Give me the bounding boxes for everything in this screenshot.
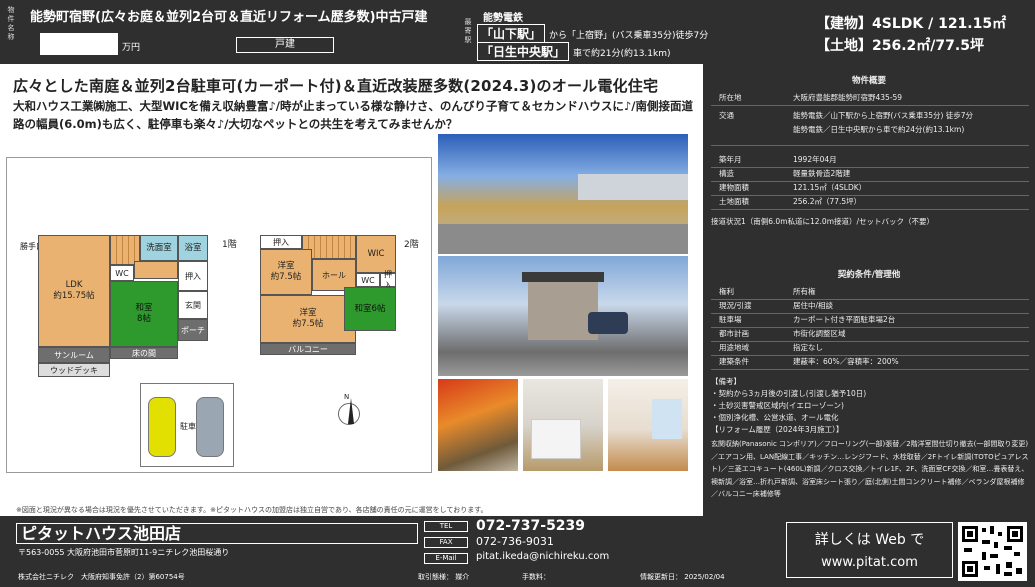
contract-row-urban-plan: 都市計画 市街化調整区域: [711, 328, 1029, 342]
nearest-station-label: 最寄駅: [464, 18, 472, 44]
note-2: ・土砂災害警戒区域内(イエローゾーン): [711, 401, 844, 410]
fax-number: 072-736-9031: [476, 535, 554, 548]
room-washroom: 洗面室: [140, 235, 178, 261]
summary-row-built: 築年月 1992年04月: [711, 154, 1029, 168]
property-type-badge: 戸建: [236, 37, 334, 53]
genkan: 玄関: [178, 291, 208, 319]
contract-row-parking: 駐車場 カーポート付き平面駐車場2台: [711, 314, 1029, 328]
summary-row-access-2: 能勢電鉄／日生中央駅から車で約24分(約13.1km): [711, 124, 1029, 146]
photo-autumn-tree: [438, 379, 518, 471]
station-row-1: 「山下駅」 から「上宿野」(バス乗車35分)徒歩7分: [477, 24, 708, 43]
footer-bar: ピタットハウス池田店 〒563-0055 大阪府池田市菅原町11-9ニチレク池田…: [0, 516, 1035, 587]
building-area: 【建物】4SLDK / 121.15㎡: [816, 16, 1007, 32]
photo-exterior: [438, 256, 688, 376]
contract-row-zoning: 用途地域 指定なし: [711, 342, 1029, 356]
header-bar: 物件名称 能勢町宿野(広々お庭＆並列2台可＆直近リフォーム歴多数)中古戸建 万円…: [0, 0, 1035, 64]
contract-row-right: 権利 所有権: [711, 286, 1029, 300]
floor-2-label: 2階: [404, 240, 419, 250]
info-panel: 物件概要 所在地 大阪府豊能郡能勢町宿野435-59 交通 能勢電鉄／山下駅から上宿…: [703, 64, 1035, 516]
storage-2f-a: 押入: [260, 235, 302, 249]
price-redacted: [40, 33, 118, 55]
photo-room: [608, 379, 688, 471]
station-1-name: 「山下駅」: [477, 24, 546, 43]
room-japanese-6: 和室6帖: [344, 287, 396, 331]
qr-code-icon[interactable]: [958, 522, 1027, 581]
summary-row-land-area: 土地面積 256.2㎡（77.5坪）: [711, 196, 1029, 210]
property-title: 能勢町宿野(広々お庭＆並列2台可＆直近リフォーム歴多数)中古戸建: [30, 10, 428, 25]
shop-name: ピタットハウス池田店: [16, 523, 418, 544]
storage-2f-b: 押入: [380, 270, 396, 290]
fee-label: 手数料：: [522, 573, 550, 581]
room-wic: WIC: [356, 235, 396, 273]
email-address[interactable]: pitat.ikeda@nichireku.com: [476, 551, 609, 562]
room-bath: 浴室: [178, 235, 208, 261]
car-yellow: [148, 397, 176, 457]
summary-title: 物件概要: [851, 76, 886, 86]
room-japanese-8: 和室 8帖: [110, 281, 178, 347]
notes-block: 【備考】 ・契約から3ヵ月後の引渡し(引渡し猶予10日) ・土砂災害警戒区域内(…: [711, 376, 1031, 436]
room-western-7: 洋室 約7.5帖: [260, 249, 312, 295]
station-2-name: 「日生中央駅」: [477, 42, 570, 61]
floor-plan: 1階 2階 勝手口 LDK 約15.75帖 洗面室 浴室 WC 押入 和室 8帖…: [6, 157, 434, 475]
balcony: バルコニー: [260, 343, 356, 355]
room-ldk: LDK 約15.75帖: [38, 235, 110, 347]
updated-date: 情報更新日： 2025/02/04: [640, 573, 725, 581]
contract-title: 契約条件/管理他: [837, 270, 901, 280]
deal-type: 取引態様： 媒介: [418, 573, 470, 581]
web-caption: 詳しくは Web で: [814, 532, 925, 548]
station-2-access: 車で約21分(約13.1km): [573, 49, 671, 59]
company-license: 株式会社ニチレク 大阪府知事免許（2）第60754号: [18, 573, 185, 581]
north-arrow: N: [336, 393, 362, 437]
land-area: 【土地】256.2㎡/77.5坪: [816, 38, 984, 54]
parking-label: 駐車: [180, 422, 196, 431]
tel-label: TEL: [424, 521, 468, 532]
shop-address: 〒563-0055 大阪府池田市菅原町11-9ニチレク池田桜通り: [18, 548, 230, 557]
corridor-1f: [134, 261, 178, 279]
railway-line: 能勢電鉄: [483, 13, 523, 24]
contract-row-building-ratio: 建築条件 建蔽率：60%／容積率：200%: [711, 356, 1029, 370]
room-western-75: 洋室 約7.5帖: [260, 295, 356, 343]
property-name-label: 物件名称: [7, 6, 15, 41]
disclaimer: ※図面と現況が異なる場合は現況を優先させていただきます。※ピタットハウスの加盟店…: [16, 506, 488, 514]
summary-row-address: 所在地 大阪府豊能郡能勢町宿野435-59: [711, 92, 1029, 106]
summary-row-building-area: 建物面積 121.15㎡（4SLDK）: [711, 182, 1029, 196]
station-row-2: 「日生中央駅」 車で約21分(約13.1km): [477, 42, 671, 61]
wood-deck: ウッドデッキ: [38, 363, 110, 377]
station-1-access: から「上宿野」(バス乗車35分)徒歩7分: [549, 31, 709, 41]
storage-1f: 押入: [178, 261, 208, 291]
fax-label: FAX: [424, 537, 468, 548]
road-access: 接道状況1（南側6.0m私道に12.0m接道）/セットバック（不要）: [711, 217, 935, 226]
car-gray: [196, 397, 224, 457]
photo-garden: [438, 134, 688, 254]
summary-row-structure: 構造 軽量鉄骨造2階建: [711, 168, 1029, 182]
sunroom: サンルーム: [38, 347, 110, 363]
note-4: 【リフォーム履歴（2024年3月施工）】: [711, 425, 844, 434]
note-1: ・契約から3ヵ月後の引渡し(引渡し猶予10日): [711, 389, 867, 398]
tel-number[interactable]: 072-737-5239: [476, 518, 585, 534]
web-link-box[interactable]: 詳しくは Web で www.pitat.com: [786, 522, 953, 578]
summary-row-access-1: 交通 能勢電鉄／山下駅から上宿野(バス乗車35分) 徒歩7分: [719, 111, 974, 120]
reform-history: 玄関収納(Panasonic コンポリア)／フローリング(一部)張替／2階洋室間…: [711, 440, 1029, 498]
web-url[interactable]: www.pitat.com: [787, 555, 952, 570]
room-wc-1f: WC: [110, 265, 134, 281]
north-label: N: [344, 393, 350, 401]
floor-1-label: 1階: [222, 240, 237, 250]
room-wc-2f: WC: [356, 273, 380, 287]
tokonoma: 床の間: [110, 347, 178, 359]
email-label: E-Mail: [424, 553, 468, 564]
catch-copy: 広々とした南庭＆並列2台駐車可(カーポート付)＆直近改装歴多数(2024.3)の…: [13, 77, 659, 95]
description: 大和ハウス工業㈱施工、大型WICを備え収納豊富♪/時が止まっている様な静けさ、の…: [13, 99, 693, 131]
notes-title: 【備考】: [711, 377, 741, 386]
price-unit: 万円: [122, 43, 141, 53]
porch: ポーチ: [178, 319, 208, 341]
note-3: ・個別浄化槽、公営水道、オール電化: [711, 413, 839, 422]
photo-kitchen: [523, 379, 603, 471]
contract-row-status: 現況/引渡 居住中/相談: [711, 300, 1029, 314]
